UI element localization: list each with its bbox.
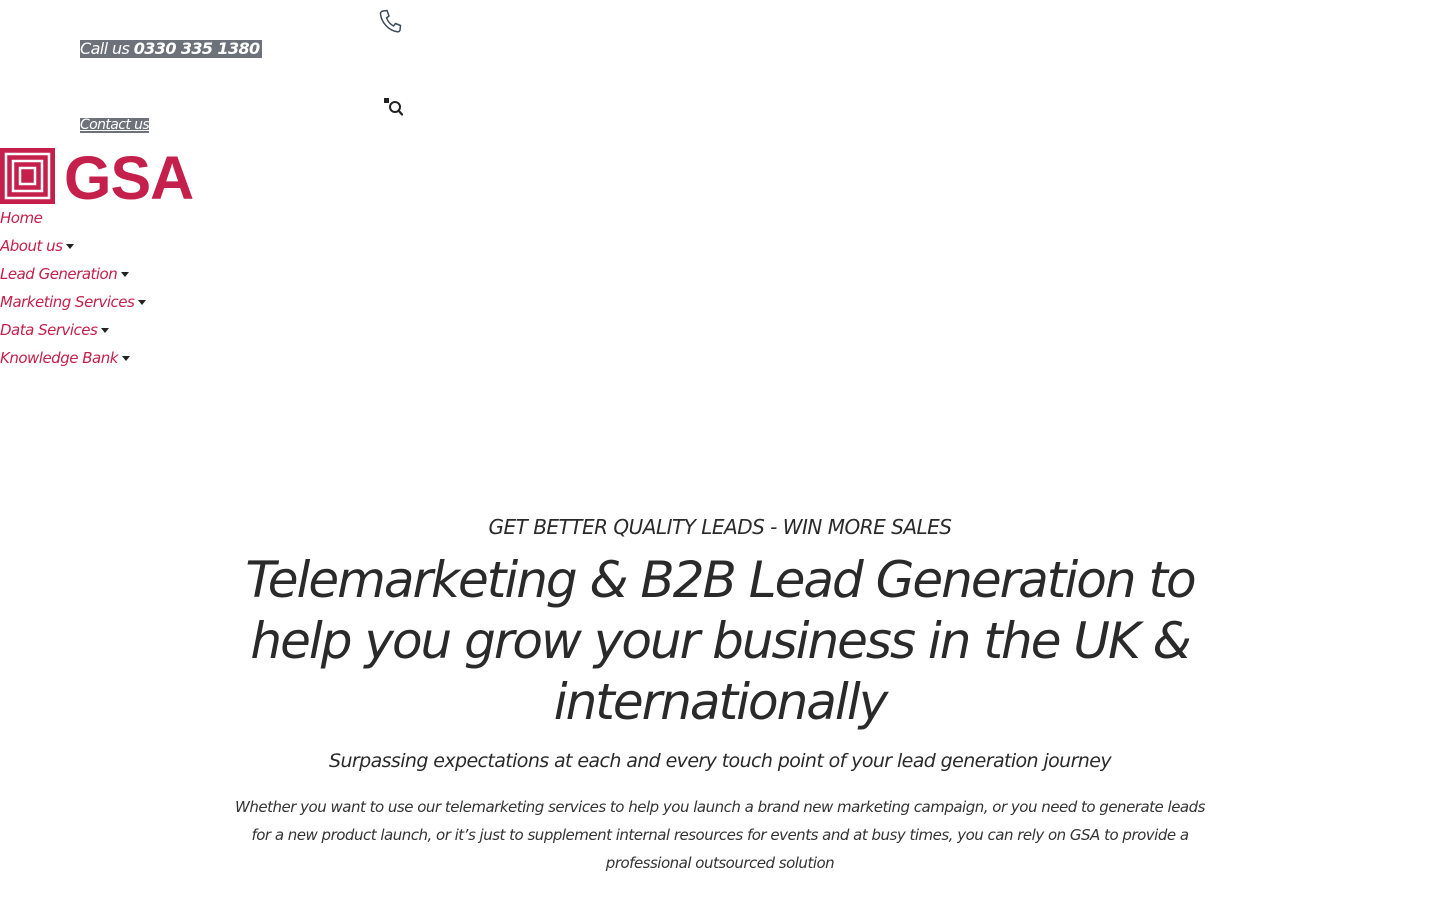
caret-down-icon <box>101 328 110 333</box>
hero-eyebrow: GET BETTER QUALITY LEADS - WIN MORE SALE… <box>488 515 952 539</box>
nav-item-label: Data Services <box>0 321 98 339</box>
caret-down-icon <box>66 244 75 249</box>
call-us-link[interactable]: Call us 0330 335 1380 <box>80 40 262 58</box>
caret-down-icon <box>121 272 130 277</box>
search-icon[interactable] <box>383 97 405 117</box>
phone-number: 0330 335 1380 <box>133 39 260 58</box>
nav-item-marketing-services[interactable]: Marketing Services <box>0 292 147 320</box>
call-us-label: Call us <box>80 39 130 58</box>
nav-item-knowledge-bank[interactable]: Knowledge Bank <box>0 348 146 376</box>
hero-headline: Telemarketing & B2B Lead Generation to h… <box>245 551 1196 731</box>
nav-item-label: Lead Generation <box>0 265 118 283</box>
hero-section: GET BETTER QUALITY LEADS - WIN MORE SALE… <box>220 510 1220 877</box>
nav-item-label: Knowledge Bank <box>0 349 118 367</box>
hero-subheadline: Surpassing expectations at each and ever… <box>329 750 1112 772</box>
nav-item-label: Home <box>0 209 43 227</box>
nav-item-label: About us <box>0 237 63 255</box>
nav-item-about-us[interactable]: About us <box>0 236 146 264</box>
caret-down-icon <box>121 356 130 361</box>
hero-body-text: Whether you want to use our telemarketin… <box>235 798 1205 872</box>
nav-item-data-services[interactable]: Data Services <box>0 320 146 348</box>
logo-text: GSA <box>64 148 193 206</box>
phone-icon[interactable] <box>378 8 402 34</box>
main-nav: Home About us Lead Generation Marketing … <box>0 208 147 376</box>
page: Call us 0330 335 1380 Contact us GSA Hom… <box>0 0 1440 900</box>
caret-down-icon <box>138 300 147 305</box>
nav-item-lead-generation[interactable]: Lead Generation <box>0 264 146 292</box>
contact-us-link[interactable]: Contact us <box>80 118 150 133</box>
nav-item-label: Marketing Services <box>0 293 135 311</box>
nav-item-home[interactable]: Home <box>0 208 146 236</box>
gsa-logo[interactable]: GSA <box>0 148 202 206</box>
